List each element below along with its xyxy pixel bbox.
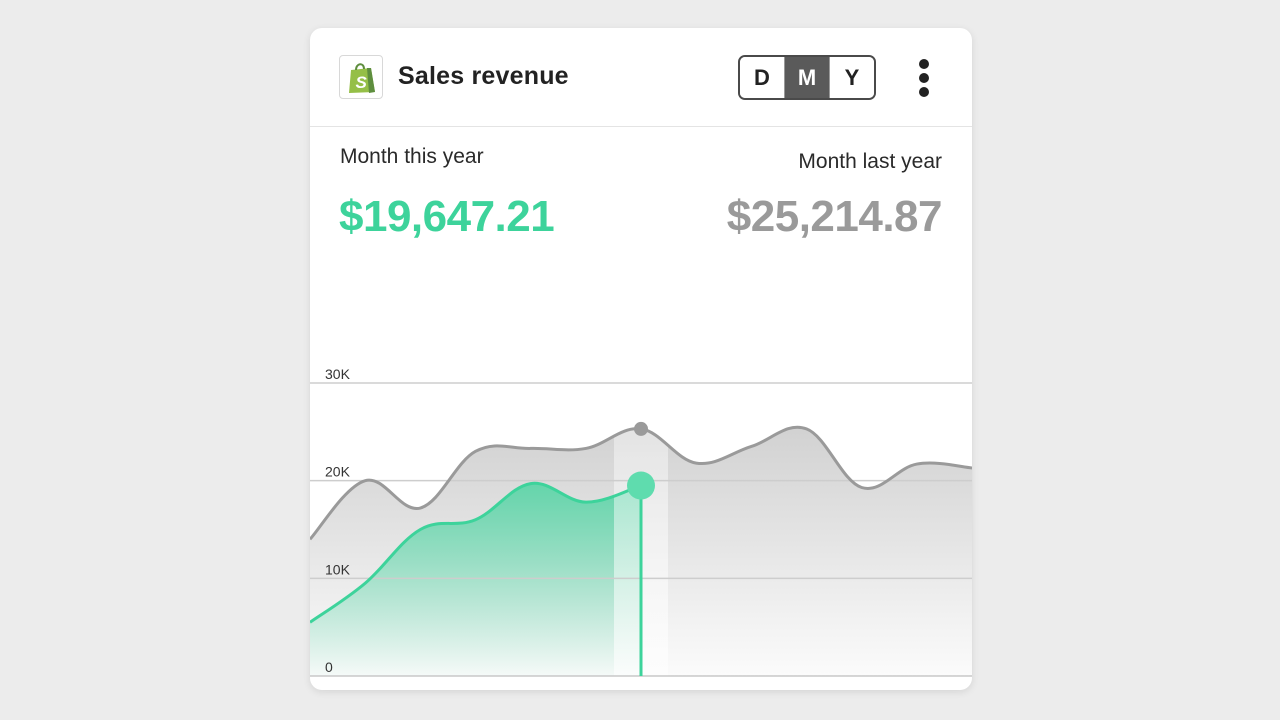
- x-tick-label: Jun: [656, 688, 683, 690]
- x-tick-label: Jul: [716, 688, 735, 690]
- x-tick-label: Sep: [822, 688, 849, 690]
- last-year-point[interactable]: [634, 421, 648, 436]
- x-tick-label: Apr: [548, 688, 571, 690]
- x-tick-label: Aug: [767, 688, 794, 690]
- previous-period-value: $25,214.87: [726, 192, 943, 241]
- y-tick-label: 20K: [325, 464, 351, 480]
- y-tick-label: 10K: [325, 561, 351, 577]
- more-vertical-icon[interactable]: [910, 56, 938, 100]
- x-tick-label: Nov: [933, 688, 960, 690]
- current-period-value: $19,647.21: [339, 192, 555, 241]
- widget-title: Sales revenue: [398, 62, 569, 90]
- period-day-button[interactable]: D: [740, 57, 784, 98]
- this-year-point[interactable]: [627, 471, 655, 500]
- x-tick-label: Dec: [325, 688, 352, 690]
- shopify-bag-icon: S: [349, 63, 375, 93]
- x-tick-label: Feb: [436, 688, 462, 690]
- x-tick-label: Oct: [879, 688, 903, 690]
- shopify-logo: S: [339, 55, 383, 99]
- y-tick-label: 0: [325, 659, 333, 675]
- svg-text:S: S: [356, 73, 368, 92]
- period-month-button[interactable]: M: [784, 57, 830, 98]
- revenue-area-chart: 0 10K 20K 30K Dec Jan Feb Mar Apr May Jun Jul Aug Sep…: [310, 366, 972, 690]
- previous-period-label: Month last year: [798, 150, 942, 173]
- period-selector: D M Y: [738, 55, 876, 100]
- x-tick-label: Mar: [491, 688, 517, 690]
- current-period-label: Month this year: [340, 145, 484, 168]
- sales-revenue-widget: S Sales revenue D M Y Month this year $1…: [310, 28, 972, 690]
- widget-header: S Sales revenue D M Y: [310, 28, 972, 127]
- x-tick-label: May: [600, 688, 629, 690]
- x-tick-label: Jan: [381, 688, 405, 690]
- y-tick-label: 30K: [325, 366, 351, 382]
- period-year-button[interactable]: Y: [830, 57, 874, 98]
